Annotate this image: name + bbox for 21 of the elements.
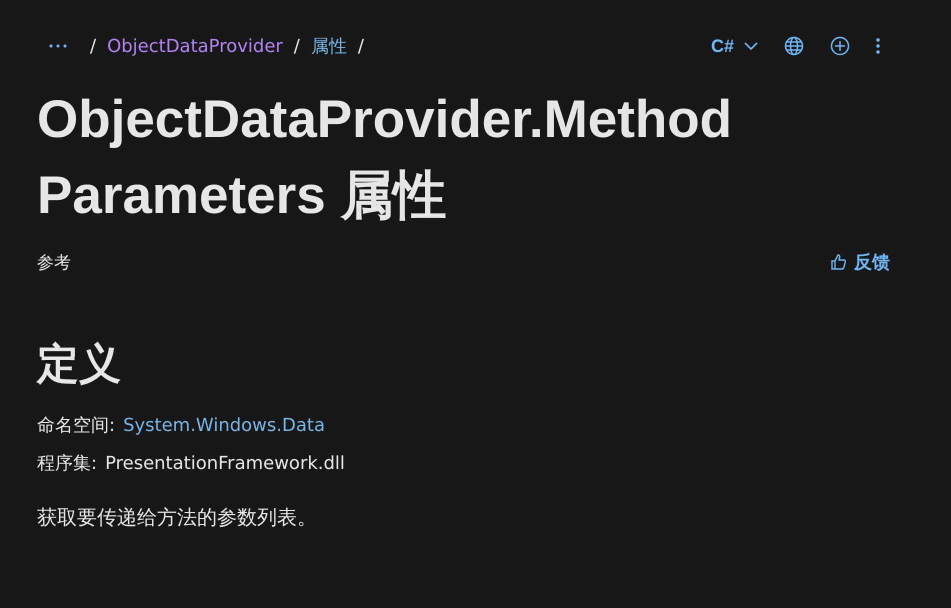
page-type-label: 参考 — [37, 252, 71, 274]
more-vertical-icon — [876, 38, 880, 54]
feedback-button[interactable]: 反馈 — [830, 248, 890, 276]
plus-circle-icon — [830, 36, 850, 56]
breadcrumb-separator: / — [90, 36, 96, 56]
breadcrumb-separator: / — [294, 36, 300, 56]
chevron-down-icon — [744, 42, 758, 50]
breadcrumb-link[interactable]: 属性 — [310, 34, 347, 58]
page-title: ObjectDataProvider.MethodParameters 属性 — [37, 89, 734, 227]
thumbs-up-icon — [830, 253, 848, 271]
globe-icon — [784, 36, 804, 56]
definition-label: 命名空间: — [37, 414, 116, 437]
section-heading: 定义 — [37, 339, 122, 389]
namespace-link[interactable]: System.Windows.Data — [123, 414, 325, 436]
definition-label: 程序集: — [37, 452, 98, 475]
breadcrumb-link[interactable]: ObjectDataProvider — [107, 36, 283, 56]
breadcrumb-separator: / — [358, 36, 364, 56]
summary-text: 获取要传递给方法的参数列表。 — [37, 504, 318, 531]
assembly-name: PresentationFramework.dll — [105, 452, 345, 474]
more-horizontal-icon — [49, 44, 67, 48]
language-selector[interactable]: C# — [704, 32, 764, 60]
